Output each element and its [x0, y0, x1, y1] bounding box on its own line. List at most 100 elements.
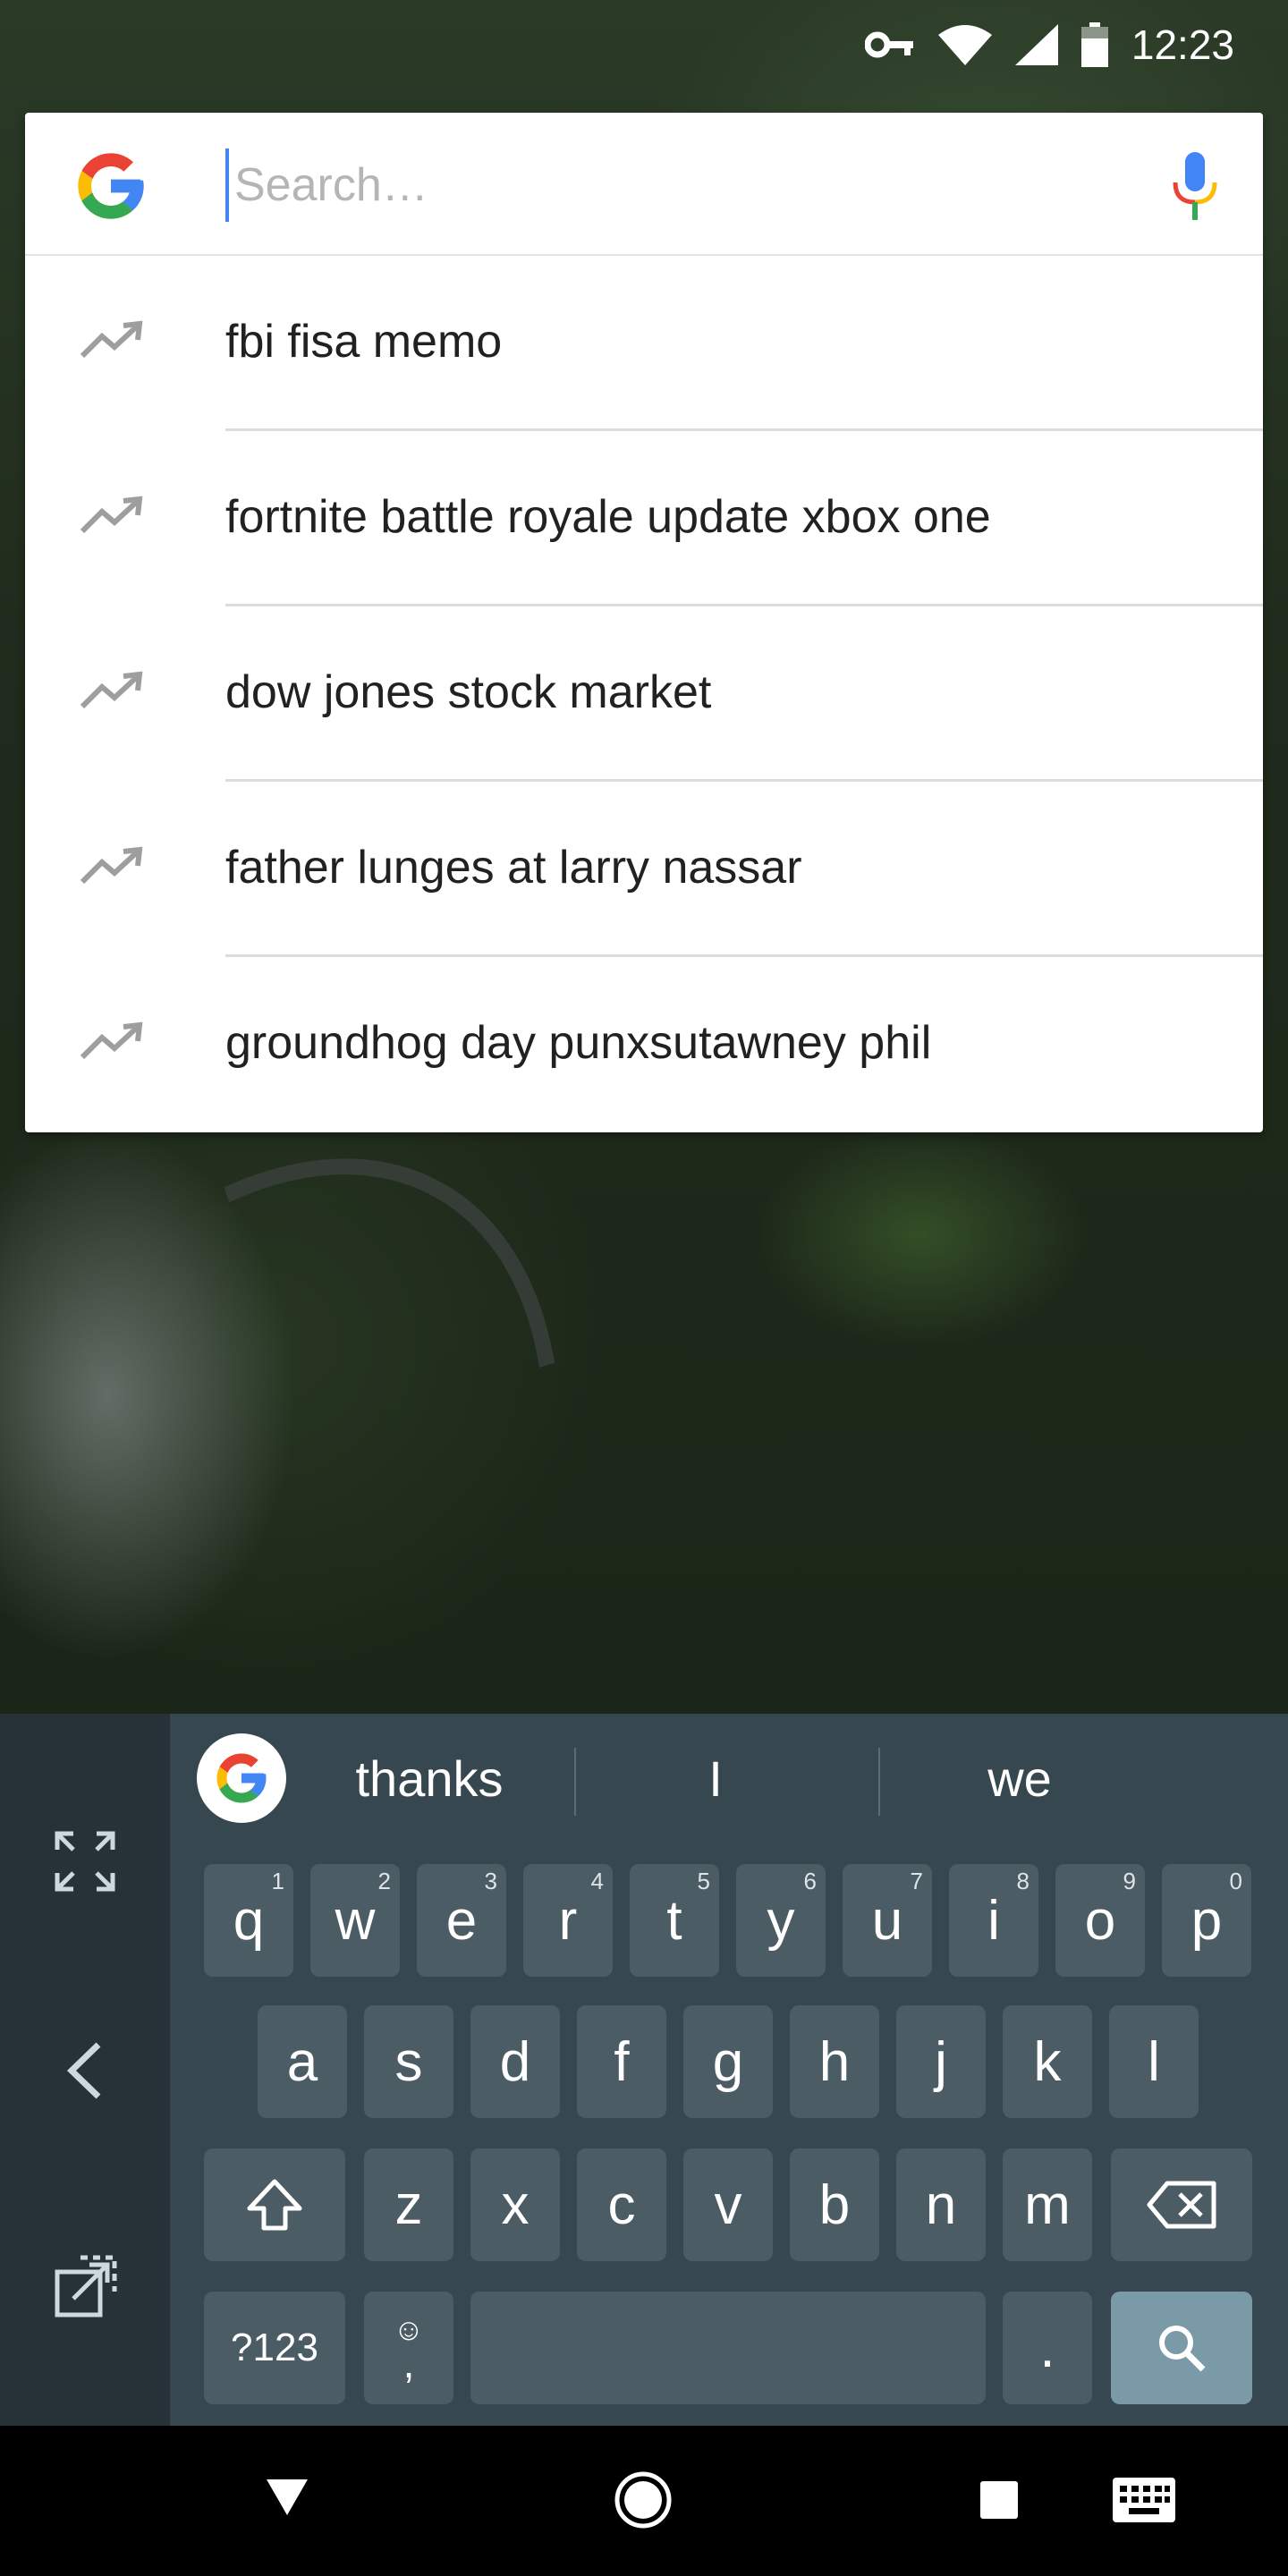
word-suggestion[interactable]: we: [894, 1750, 1145, 1808]
key-hint: 0: [1229, 1868, 1242, 1894]
key-y[interactable]: y6: [736, 1864, 826, 1977]
key-b[interactable]: b: [790, 2148, 879, 2261]
key-hint: 2: [377, 1868, 391, 1894]
suggestion-item[interactable]: fortnite battle royale update xbox one: [25, 431, 1263, 606]
key-o[interactable]: o9: [1055, 1864, 1145, 1977]
trending-up-icon: [80, 320, 145, 364]
key-label: x: [501, 2174, 530, 2236]
key-v[interactable]: v: [683, 2148, 773, 2261]
key-w[interactable]: w2: [310, 1864, 400, 1977]
status-bar: 12:23: [0, 0, 1288, 89]
key-e[interactable]: e3: [417, 1864, 506, 1977]
vpn-key-icon: [864, 30, 915, 60]
wallpaper-road: [0, 1043, 699, 1714]
key-label: e: [445, 1889, 478, 1952]
key-hint: 4: [590, 1868, 604, 1894]
keyboard-side-panel: [0, 1714, 170, 2426]
key-label: c: [607, 2174, 636, 2236]
word-suggestion[interactable]: thanks: [304, 1750, 555, 1808]
search-card: fbi fisa memo fortnite battle royale upd…: [25, 113, 1263, 1132]
key-s[interactable]: s: [364, 2005, 453, 2118]
expand-icon[interactable]: [54, 1830, 116, 1897]
suggestion-item[interactable]: groundhog day punxsutawney phil: [25, 957, 1263, 1132]
key-hint: 1: [271, 1868, 284, 1894]
key-x[interactable]: x: [470, 2148, 560, 2261]
key-hint: 7: [910, 1868, 923, 1894]
suggestion-item[interactable]: father lunges at larry nassar: [25, 782, 1263, 957]
key-h[interactable]: h: [790, 2005, 879, 2118]
key-n[interactable]: n: [896, 2148, 986, 2261]
google-logo-icon[interactable]: [72, 147, 150, 230]
period-key[interactable]: .: [1003, 2292, 1092, 2404]
key-d[interactable]: d: [470, 2005, 560, 2118]
home-circle-icon[interactable]: [614, 2470, 673, 2534]
trending-up-icon: [80, 1021, 145, 1065]
word-suggestion[interactable]: I: [590, 1750, 841, 1808]
key-f[interactable]: f: [577, 2005, 666, 2118]
word-suggestion-bar: thanks I we: [170, 1714, 1288, 1848]
key-hint: 6: [803, 1868, 817, 1894]
key-c[interactable]: c: [577, 2148, 666, 2261]
suggestion-item[interactable]: dow jones stock market: [25, 606, 1263, 782]
keyboard: thanks I we q1 w2 e3 r4 t5 y6 u7 i8 o9 p…: [0, 1714, 1288, 2426]
key-a[interactable]: a: [258, 2005, 347, 2118]
status-time: 12:23: [1131, 21, 1234, 68]
suggestion-text: groundhog day punxsutawney phil: [225, 1017, 932, 1069]
key-t[interactable]: t5: [630, 1864, 719, 1977]
shift-icon: [247, 2179, 302, 2231]
wifi-icon: [937, 24, 992, 65]
key-label: q: [233, 1889, 265, 1952]
emoji-comma-key[interactable]: ☺ ,: [364, 2292, 453, 2404]
mic-icon[interactable]: [1170, 152, 1220, 225]
key-u[interactable]: u7: [843, 1864, 932, 1977]
key-label: l: [1148, 2030, 1160, 2093]
key-m[interactable]: m: [1003, 2148, 1092, 2261]
key-label: z: [394, 2174, 423, 2236]
key-label: w: [335, 1889, 376, 1952]
key-z[interactable]: z: [364, 2148, 453, 2261]
key-q[interactable]: q1: [204, 1864, 293, 1977]
key-hint: 3: [484, 1868, 497, 1894]
key-label: ,: [402, 2340, 415, 2386]
suggestion-text: father lunges at larry nassar: [225, 842, 802, 894]
key-label: ?123: [231, 2326, 318, 2369]
key-label: r: [558, 1889, 578, 1952]
suggestion-text: fbi fisa memo: [225, 316, 503, 368]
key-g[interactable]: g: [683, 2005, 773, 2118]
key-hint: 8: [1016, 1868, 1030, 1894]
suggestion-separator: [878, 1748, 880, 1816]
key-label: g: [712, 2030, 744, 2093]
back-arrow-icon[interactable]: [63, 2039, 106, 2106]
trending-up-icon: [80, 496, 145, 539]
key-r[interactable]: r4: [523, 1864, 613, 1977]
suggestion-text: fortnite battle royale update xbox one: [225, 491, 991, 543]
key-label: d: [499, 2030, 531, 2093]
suggestion-item[interactable]: fbi fisa memo: [25, 256, 1263, 431]
backspace-key[interactable]: [1111, 2148, 1252, 2261]
key-hint: 5: [697, 1868, 710, 1894]
key-i[interactable]: i8: [949, 1864, 1038, 1977]
cell-signal-icon: [1014, 24, 1058, 65]
recents-square-icon[interactable]: [980, 2481, 1018, 2523]
key-j[interactable]: j: [896, 2005, 986, 2118]
suggestion-text: dow jones stock market: [225, 666, 712, 718]
keyboard-icon[interactable]: [1113, 2478, 1175, 2527]
trending-up-icon: [80, 846, 145, 890]
search-key[interactable]: [1111, 2292, 1252, 2404]
back-triangle-icon[interactable]: [265, 2478, 309, 2521]
key-l[interactable]: l: [1109, 2005, 1199, 2118]
key-label: u: [871, 1889, 903, 1952]
shift-key[interactable]: [204, 2148, 345, 2261]
key-label: p: [1191, 1889, 1223, 1952]
key-k[interactable]: k: [1003, 2005, 1092, 2118]
search-bar: [25, 113, 1263, 256]
space-key[interactable]: [470, 2292, 986, 2404]
key-p[interactable]: p0: [1162, 1864, 1251, 1977]
google-keyboard-button[interactable]: [197, 1733, 286, 1823]
suggestion-separator: [574, 1748, 576, 1816]
key-hint: 9: [1123, 1868, 1136, 1894]
popout-icon[interactable]: [54, 2254, 118, 2323]
symbols-key[interactable]: ?123: [204, 2292, 345, 2404]
search-input[interactable]: [225, 148, 1113, 222]
key-label: a: [286, 2030, 318, 2093]
